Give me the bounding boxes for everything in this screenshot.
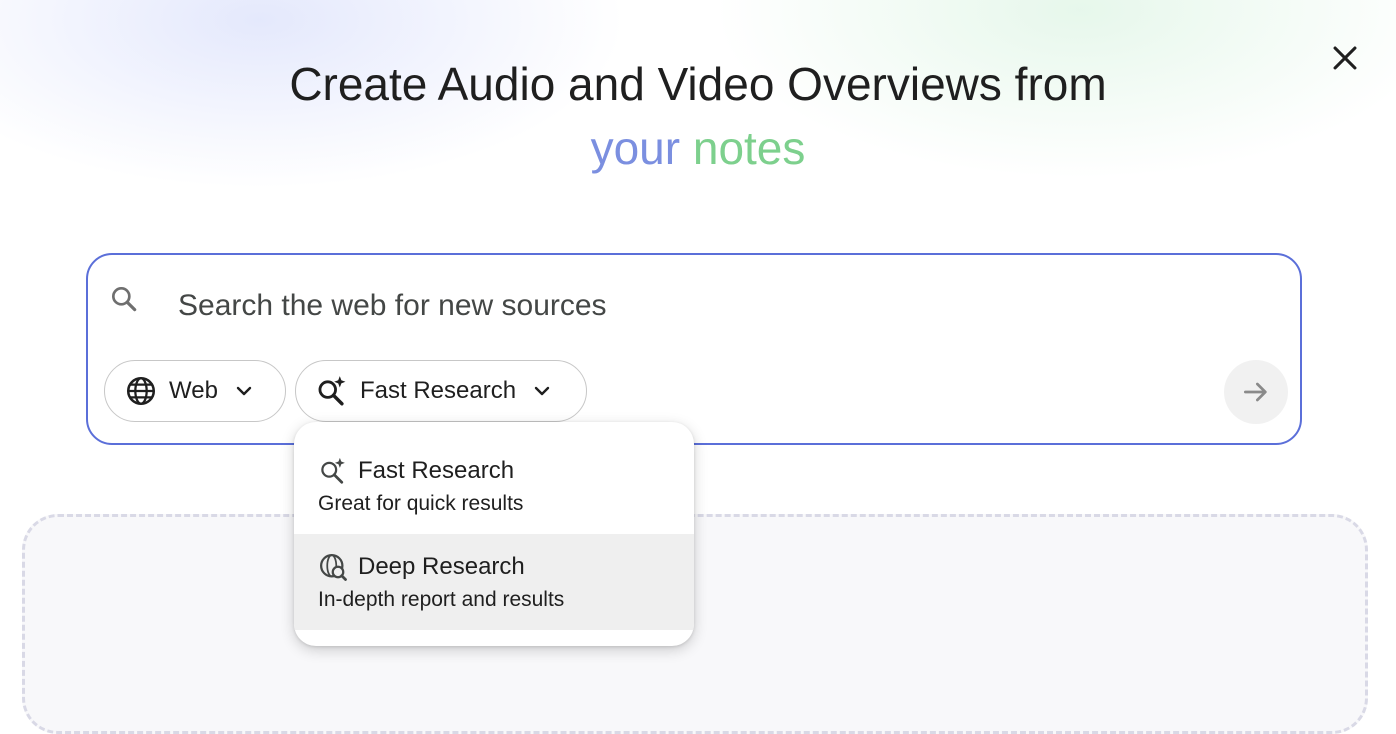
title-word-notes: notes <box>692 122 806 174</box>
menu-item-title: Deep Research <box>358 553 525 580</box>
title-line-2: your notes <box>0 116 1396 180</box>
research-mode-chip[interactable]: Fast Research <box>295 360 587 422</box>
research-mode-menu: Fast Research Great for quick results De… <box>294 422 694 646</box>
title-line-1: Create Audio and Video Overviews from <box>289 58 1107 110</box>
source-selector-label: Web <box>169 377 218 404</box>
sparkle-search-icon <box>314 373 350 409</box>
globe-search-icon <box>318 552 350 584</box>
menu-item-description: In-depth report and results <box>318 588 565 611</box>
submit-search-button[interactable] <box>1224 360 1288 424</box>
chevron-down-icon <box>232 379 256 403</box>
menu-item-description: Great for quick results <box>318 492 524 515</box>
upload-drop-zone[interactable] <box>22 514 1368 734</box>
research-mode-label: Fast Research <box>360 377 517 404</box>
arrow-right-icon <box>1244 382 1267 402</box>
chevron-down-icon <box>530 379 554 403</box>
search-icon <box>108 283 140 315</box>
sparkle-search-icon <box>318 456 350 488</box>
search-panel: Web Fast Research <box>86 253 1302 445</box>
search-input[interactable] <box>176 277 1080 335</box>
menu-item-title: Fast Research <box>358 457 515 484</box>
page-title: Create Audio and Video Overviews from yo… <box>0 52 1396 180</box>
menu-item-deep-research[interactable]: Deep Research In-depth report and result… <box>294 534 694 630</box>
title-word-your: your <box>590 122 681 174</box>
globe-icon <box>123 373 159 409</box>
source-selector-chip[interactable]: Web <box>104 360 286 422</box>
menu-item-fast-research[interactable]: Fast Research Great for quick results <box>294 438 694 534</box>
